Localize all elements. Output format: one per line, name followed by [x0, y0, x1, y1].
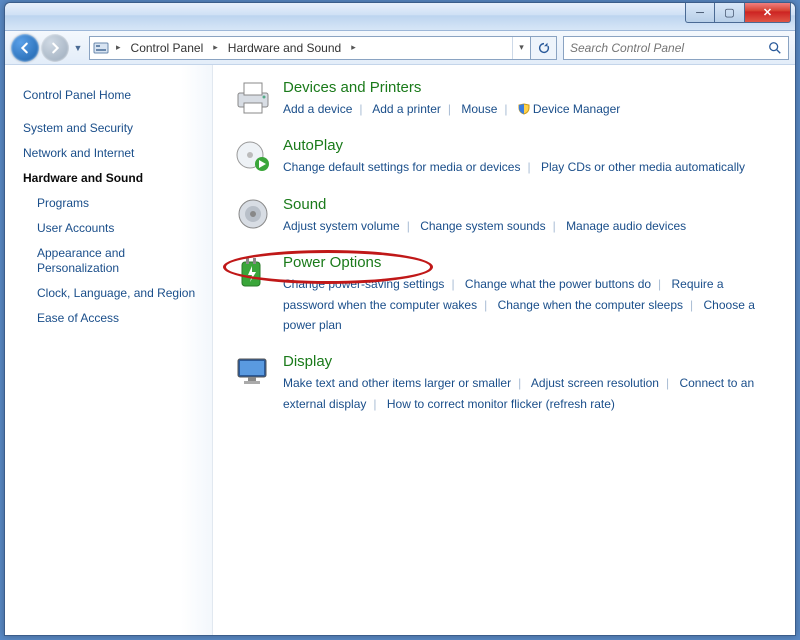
task-computer-sleeps[interactable]: Change when the computer sleeps — [498, 298, 683, 312]
control-panel-icon — [90, 40, 112, 56]
task-power-saving[interactable]: Change power-saving settings — [283, 277, 444, 291]
search-input[interactable] — [570, 41, 768, 55]
category-title[interactable]: Power Options — [283, 254, 777, 271]
content: Control Panel Home System and Security N… — [5, 65, 795, 635]
task-device-manager[interactable]: Device Manager — [533, 102, 620, 116]
task-list: Make text and other items larger or smal… — [283, 373, 777, 414]
category-display: Display Make text and other items larger… — [231, 353, 777, 414]
speaker-icon — [231, 196, 275, 236]
category-devices-printers: Devices and Printers Add a device| Add a… — [231, 79, 777, 119]
refresh-button[interactable] — [531, 36, 557, 60]
sidebar-item-user-accounts[interactable]: User Accounts — [23, 216, 202, 241]
sidebar-item-appearance[interactable]: Appearance and Personalization — [23, 241, 202, 281]
close-button[interactable]: ✕ — [745, 3, 791, 23]
shield-icon — [518, 103, 530, 115]
task-change-defaults[interactable]: Change default settings for media or dev… — [283, 160, 520, 174]
titlebar: ─ ▢ ✕ — [5, 3, 795, 31]
sidebar-item-network-internet[interactable]: Network and Internet — [23, 141, 202, 166]
task-mouse[interactable]: Mouse — [461, 102, 497, 116]
sidebar-item-programs[interactable]: Programs — [23, 191, 202, 216]
search-box[interactable] — [563, 36, 789, 60]
task-play-cds[interactable]: Play CDs or other media automatically — [541, 160, 745, 174]
task-list: Change power-saving settings| Change wha… — [283, 274, 777, 335]
chevron-right-icon[interactable]: ▸ — [112, 42, 125, 53]
search-icon[interactable] — [768, 41, 782, 55]
main-panel: Devices and Printers Add a device| Add a… — [213, 65, 795, 635]
category-sound: Sound Adjust system volume| Change syste… — [231, 196, 777, 236]
task-list: Adjust system volume| Change system soun… — [283, 216, 777, 236]
category-autoplay: AutoPlay Change default settings for med… — [231, 137, 777, 177]
address-bar[interactable]: ▸ Control Panel ▸ Hardware and Sound ▸ ▾ — [89, 36, 531, 60]
address-dropdown[interactable]: ▾ — [512, 37, 530, 59]
task-change-sounds[interactable]: Change system sounds — [420, 219, 545, 233]
task-list: Change default settings for media or dev… — [283, 157, 777, 177]
task-screen-resolution[interactable]: Adjust screen resolution — [531, 376, 659, 390]
task-power-buttons[interactable]: Change what the power buttons do — [465, 277, 651, 291]
window: ─ ▢ ✕ ▼ ▸ Control Panel ▸ Hardware and S… — [4, 2, 796, 636]
chevron-right-icon[interactable]: ▸ — [347, 42, 360, 53]
power-icon — [231, 254, 275, 294]
autoplay-icon — [231, 137, 275, 177]
navbar: ▼ ▸ Control Panel ▸ Hardware and Sound ▸… — [5, 31, 795, 65]
forward-button[interactable] — [41, 34, 69, 62]
printer-icon — [231, 79, 275, 119]
task-add-device[interactable]: Add a device — [283, 102, 352, 116]
sidebar-item-clock-language[interactable]: Clock, Language, and Region — [23, 281, 202, 306]
task-manage-audio[interactable]: Manage audio devices — [566, 219, 686, 233]
back-button[interactable] — [11, 34, 39, 62]
task-monitor-flicker[interactable]: How to correct monitor flicker (refresh … — [387, 397, 615, 411]
sidebar-home[interactable]: Control Panel Home — [23, 83, 202, 108]
category-title[interactable]: Sound — [283, 196, 777, 213]
category-title[interactable]: Devices and Printers — [283, 79, 777, 96]
category-title[interactable]: AutoPlay — [283, 137, 777, 154]
task-adjust-volume[interactable]: Adjust system volume — [283, 219, 400, 233]
maximize-button[interactable]: ▢ — [715, 3, 745, 23]
sidebar-item-ease-of-access[interactable]: Ease of Access — [23, 306, 202, 331]
minimize-button[interactable]: ─ — [685, 3, 715, 23]
category-title[interactable]: Display — [283, 353, 777, 370]
task-text-larger[interactable]: Make text and other items larger or smal… — [283, 376, 511, 390]
chevron-right-icon[interactable]: ▸ — [209, 42, 222, 53]
category-power-options: Power Options Change power-saving settin… — [231, 254, 777, 335]
sidebar-item-hardware-sound[interactable]: Hardware and Sound — [23, 166, 202, 191]
breadcrumb-hardware-sound[interactable]: Hardware and Sound — [222, 37, 347, 59]
task-add-printer[interactable]: Add a printer — [372, 102, 441, 116]
nav-history-dropdown[interactable]: ▼ — [71, 43, 85, 53]
sidebar-item-system-security[interactable]: System and Security — [23, 116, 202, 141]
display-icon — [231, 353, 275, 393]
breadcrumb-control-panel[interactable]: Control Panel — [125, 37, 210, 59]
window-buttons: ─ ▢ ✕ — [685, 3, 791, 23]
sidebar: Control Panel Home System and Security N… — [5, 65, 213, 635]
task-list: Add a device| Add a printer| Mouse| Devi… — [283, 99, 777, 119]
